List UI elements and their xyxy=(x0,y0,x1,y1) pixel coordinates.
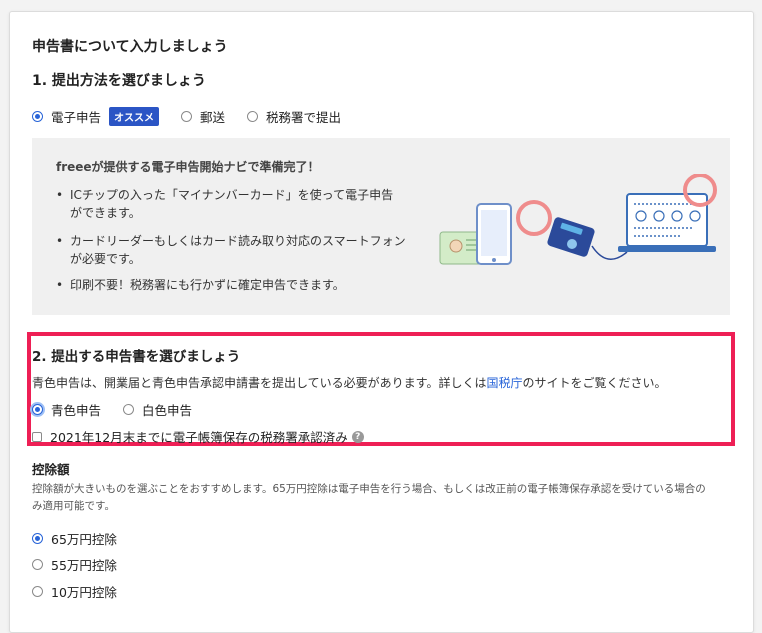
deduction-65-label: 65万円控除 xyxy=(51,532,117,547)
deduction-55-label: 55万円控除 xyxy=(51,558,117,573)
nta-link[interactable]: 国税庁 xyxy=(486,376,522,390)
deduction-description: 控除額が大きいものを選ぶことをおすすめします。65万円控除は電子申告を行う場合、… xyxy=(32,481,732,515)
deduction-title: 控除額 xyxy=(32,462,70,477)
e-filing-navi-box: freeeが提供する電子申告開始ナビで準備完了！ • ICチップの入った「マイナ… xyxy=(32,138,730,315)
option-mail[interactable]: 郵送 xyxy=(181,107,225,126)
help-icon[interactable]: ? xyxy=(351,430,364,443)
radio-electronic[interactable] xyxy=(32,111,43,122)
e-book-approval-label: 2021年12月末までに電子帳簿保存の税務署承認済み xyxy=(50,430,348,445)
deduction-option-10[interactable]: 10万円控除 xyxy=(32,582,117,601)
option-tax-office[interactable]: 税務署で提出 xyxy=(247,107,341,126)
section2-description: 青色申告は、開業届と青色申告承認申請書を提出している必要があります。詳しくは国税… xyxy=(32,376,667,390)
main-card: 申告書について入力しましょう 1. 提出方法を選びましょう 電子申告 オススメ … xyxy=(9,11,754,633)
laptop-icon xyxy=(618,193,716,252)
navi-bullet-3: • 印刷不要！税務署にも行かずに確定申告できます。 xyxy=(56,278,345,292)
option-electronic-label: 電子申告 xyxy=(51,110,102,125)
option-white-return-label: 白色申告 xyxy=(142,403,193,418)
navi-bullet-1-line1: ICチップの入った「マイナンバーカード」を使って電子申告 xyxy=(70,188,394,202)
navi-bullet-2-line1: カードリーダーもしくはカード読み取り対応のスマートフォン xyxy=(70,234,406,248)
option-blue-return-label: 青色申告 xyxy=(51,403,102,418)
navi-bullet-3-text: 印刷不要！税務署にも行かずに確定申告できます。 xyxy=(70,278,345,292)
radio-blue-return[interactable] xyxy=(32,404,43,415)
deduction-desc-line1: 控除額が大きいものを選ぶことをおすすめします。65万円控除は電子申告を行う場合、… xyxy=(32,483,706,495)
option-electronic[interactable]: 電子申告 オススメ xyxy=(32,107,160,126)
card-reader-icon xyxy=(547,217,595,257)
deduction-option-55[interactable]: 55万円控除 xyxy=(32,555,117,574)
navi-bullet-2: • カードリーダーもしくはカード読み取り対応のスマートフォン が必要です。 xyxy=(56,234,406,266)
option-tax-office-label: 税務署で提出 xyxy=(266,110,342,125)
option-blue-return[interactable]: 青色申告 xyxy=(32,400,101,419)
navi-title: freeeが提供する電子申告開始ナビで準備完了！ xyxy=(56,160,320,174)
navi-bullet-2-line2: が必要です。 xyxy=(70,252,141,266)
deduction-10-label: 10万円控除 xyxy=(51,585,117,600)
navi-bullet-1: • ICチップの入った「マイナンバーカード」を使って電子申告 ができます。 xyxy=(56,188,394,220)
navi-bullet-1-line2: ができます。 xyxy=(70,206,141,220)
radio-tax-office[interactable] xyxy=(247,111,259,122)
return-type-options: 青色申告 白色申告 xyxy=(32,400,192,419)
deduction-option-65[interactable]: 65万円控除 xyxy=(32,529,117,548)
radio-deduction-10[interactable] xyxy=(32,586,43,597)
radio-deduction-55[interactable] xyxy=(32,559,43,570)
option-white-return[interactable]: 白色申告 xyxy=(123,400,192,419)
deduction-desc-line2: み適用可能です。 xyxy=(32,500,115,512)
recommended-badge: オススメ xyxy=(109,107,160,126)
radio-deduction-65[interactable] xyxy=(32,533,43,544)
e-filing-illustration xyxy=(439,174,717,265)
e-book-approval-option[interactable]: 2021年12月末までに電子帳簿保存の税務署承認済み ? xyxy=(32,427,364,446)
section1-title: 1. 提出方法を選びましょう xyxy=(32,73,206,89)
e-book-approval-checkbox[interactable] xyxy=(32,431,42,442)
section2-title: 2. 提出する申告書を選びましょう xyxy=(32,349,241,365)
radio-white-return[interactable] xyxy=(123,404,135,415)
submit-method-options: 電子申告 オススメ 郵送 税務署で提出 xyxy=(32,107,341,126)
page-title: 申告書について入力しましょう xyxy=(32,39,228,55)
radio-mail[interactable] xyxy=(181,111,193,122)
option-mail-label: 郵送 xyxy=(200,110,226,125)
